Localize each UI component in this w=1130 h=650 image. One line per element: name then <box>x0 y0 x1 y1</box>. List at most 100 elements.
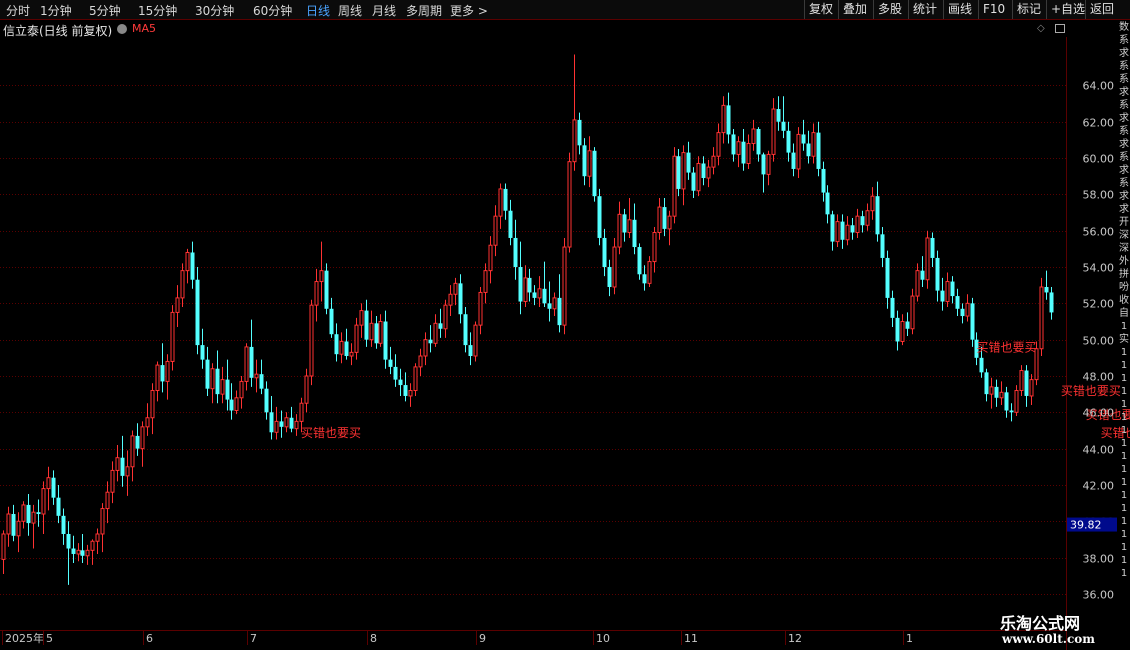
candle-body <box>523 277 528 303</box>
candle-body <box>61 515 66 534</box>
candle <box>314 268 319 322</box>
signal-label: 买错也要买 <box>1061 384 1121 398</box>
candle <box>110 461 115 504</box>
candle <box>582 138 587 186</box>
candle-body <box>1044 286 1049 293</box>
candle <box>915 263 920 302</box>
candle-body <box>835 221 840 243</box>
candle-body <box>398 379 403 386</box>
candle-body <box>105 491 110 510</box>
x-tick-label: 11 <box>684 632 698 645</box>
candle <box>1024 365 1029 407</box>
candle <box>736 136 741 168</box>
watermark-url: www.60lt.com <box>1002 632 1095 646</box>
candle-body <box>776 109 781 122</box>
candle <box>1049 286 1054 320</box>
candle-body <box>403 385 408 396</box>
candle <box>453 277 458 306</box>
candle-body <box>513 237 518 268</box>
candle-body <box>979 357 984 373</box>
candle-body <box>36 512 41 515</box>
candle <box>865 203 870 231</box>
candlestick-chart[interactable]: 买错也要买买错也要买买错也要买买错也要买买错也要买 36.0038.0040.0… <box>0 0 1130 650</box>
candle <box>105 481 110 524</box>
candle <box>259 359 264 395</box>
y-tick-label: 60.00 <box>1083 153 1115 166</box>
candle-body <box>483 270 488 293</box>
candle-body <box>930 237 935 258</box>
candle-body <box>667 215 672 230</box>
candle-body <box>855 215 860 234</box>
candle <box>90 539 95 565</box>
candle <box>165 354 170 400</box>
candle <box>1004 386 1009 418</box>
candle-body <box>140 426 145 450</box>
candle-body <box>41 488 46 515</box>
candle <box>875 181 880 242</box>
candle-body <box>731 134 736 155</box>
x-axis: 2025年 5 6 7 8 9 10 11 12 1 <box>2 631 913 645</box>
candle-body <box>344 341 349 357</box>
candle-body <box>865 210 870 226</box>
candle <box>304 368 309 413</box>
candle-body <box>552 297 557 310</box>
candle <box>95 528 100 554</box>
candle <box>984 368 989 402</box>
candle-body <box>498 188 503 217</box>
candle-body <box>458 283 463 315</box>
candle <box>175 285 180 327</box>
candle <box>378 314 383 347</box>
candle <box>965 294 970 322</box>
y-tick-label: 62.00 <box>1083 117 1115 130</box>
candle <box>955 288 960 317</box>
candle <box>910 288 915 335</box>
candle-body <box>821 168 826 193</box>
candle <box>513 219 518 280</box>
candle-body <box>547 303 552 309</box>
candle-body <box>354 324 359 353</box>
candle <box>547 281 552 322</box>
candle <box>751 119 756 151</box>
candle <box>652 227 657 273</box>
x-tick-label: 8 <box>370 632 377 645</box>
candle-body <box>870 195 875 212</box>
candle-body <box>76 549 81 555</box>
candle-body <box>1039 286 1044 350</box>
candle <box>830 210 835 251</box>
candle <box>85 544 90 565</box>
grid-layer <box>0 37 1067 650</box>
candle-body <box>31 511 36 524</box>
candle-body <box>16 520 21 537</box>
candle <box>667 210 672 246</box>
candle-body <box>408 390 413 397</box>
candle-body <box>6 513 11 535</box>
watermark-logo: 乐淘公式网 <box>1000 614 1081 633</box>
candle-body <box>66 533 71 549</box>
candle <box>642 265 647 291</box>
candle-body <box>364 310 369 340</box>
candle-body <box>875 196 880 235</box>
candle <box>135 423 140 456</box>
candle <box>388 346 393 375</box>
candle-body <box>85 549 90 557</box>
candle <box>537 276 542 307</box>
candle-body <box>155 364 160 392</box>
candle <box>532 285 537 306</box>
candle-body <box>359 310 364 326</box>
candle-body <box>339 340 344 355</box>
candle-body <box>478 291 483 326</box>
candle-body <box>910 295 915 330</box>
candle-body <box>21 504 26 522</box>
candle <box>950 276 955 304</box>
candle-body <box>453 282 458 295</box>
candle <box>855 208 860 238</box>
candle <box>289 406 294 433</box>
signal-label: 买错也要买 <box>976 341 1036 355</box>
candle-body <box>56 497 61 516</box>
candle-body <box>473 324 478 357</box>
candle-body <box>200 345 205 360</box>
candle-body <box>95 533 100 542</box>
y-tick-label: 42.00 <box>1083 480 1115 493</box>
candle <box>468 332 473 366</box>
candle <box>930 232 935 268</box>
